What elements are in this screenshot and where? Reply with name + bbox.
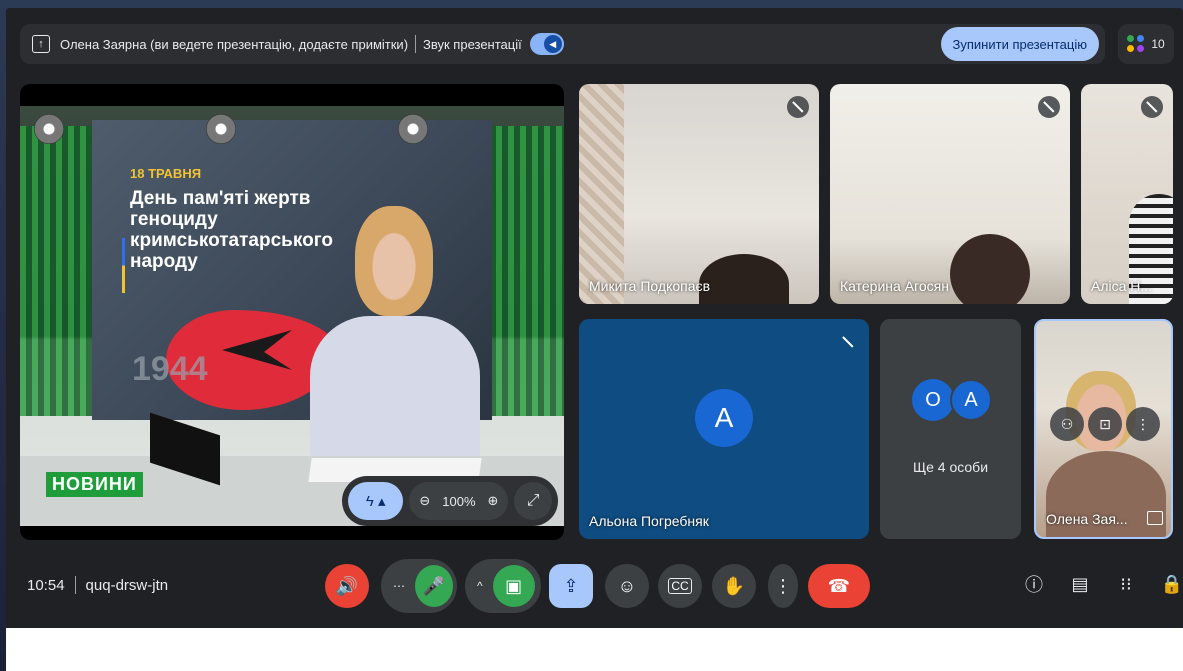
more-vert-icon[interactable]: ⋮ <box>1126 407 1160 441</box>
mic-off-icon <box>1141 96 1163 118</box>
presentation-tile[interactable]: 18 ТРАВНЯ День пам'яті жертв геноциду кр… <box>20 84 564 540</box>
more-vert-icon: ⋮ <box>774 575 792 596</box>
divider <box>74 576 76 594</box>
background-effects-icon[interactable]: ⚇ <box>1050 407 1084 441</box>
presentation-bar: ↑ Олена Заярна (ви ведете презентацію, д… <box>20 24 1105 64</box>
camera-control: ^ ▣ <box>465 559 541 613</box>
speaker-icon: 🔊 <box>335 575 359 596</box>
participant-head <box>699 254 789 304</box>
screen-bottom-margin <box>6 628 1183 671</box>
chat-icon[interactable]: ▤ <box>1068 572 1092 596</box>
present-now-icon: ⇪ <box>563 575 579 596</box>
raise-hand-button[interactable]: ✋ <box>712 564 756 608</box>
frame-person-icon[interactable]: ⊡ <box>1088 407 1122 441</box>
tile-actions: ⚇ ⊡ ⋮ <box>1050 407 1160 441</box>
participant-name: Олена Зая... <box>1046 511 1128 527</box>
more-participants-label: Ще 4 особи <box>912 459 989 475</box>
host-controls-icon[interactable]: 🔒 <box>1160 572 1183 596</box>
participant-tile[interactable]: Микита Подкопаєв <box>579 84 819 304</box>
mic-off-icon <box>837 331 859 353</box>
mic-off-icon <box>1038 96 1060 118</box>
camera-button[interactable]: ▣ <box>492 565 535 607</box>
banner-headline: День пам'яті жертв геноциду кримськотата… <box>130 188 333 272</box>
emoji-icon: ☺ <box>617 575 637 596</box>
leave-call-button[interactable]: ☎ <box>808 564 870 608</box>
presentation-video: 18 ТРАВНЯ День пам'яті жертв геноциду кр… <box>20 106 564 526</box>
speaker-button[interactable]: 🔊 <box>325 564 369 608</box>
more-options-button[interactable]: ⋮ <box>768 564 798 608</box>
stop-presenting-button[interactable]: Зупинити презентацію <box>940 27 1099 61</box>
meeting-info: 10:54 quq-drsw-jtn <box>27 576 168 594</box>
mic-icon: 🎤 <box>422 575 446 596</box>
zoom-pill: ⊖ 100% ⊕ <box>409 482 509 520</box>
avatar: О <box>912 379 954 421</box>
participants-button[interactable]: 10 <box>1118 24 1174 64</box>
mic-button[interactable]: 🎤 <box>415 565 453 607</box>
zoom-in-icon[interactable]: ⊕ <box>488 493 499 509</box>
more-options-icon[interactable]: ⋯ <box>393 579 405 593</box>
speaker-icon: ◀ <box>543 35 562 53</box>
chevron-up-icon[interactable]: ^ <box>477 579 483 593</box>
meeting-code: quq-drsw-jtn <box>85 576 169 594</box>
reactions-button[interactable]: ☺ <box>605 564 649 608</box>
present-icon: ↑ <box>32 35 50 53</box>
studio-wall-right <box>484 126 564 416</box>
meeting-time: 10:54 <box>27 576 65 594</box>
wallpaper <box>579 84 624 304</box>
mic-control: ⋯ 🎤 <box>381 559 457 613</box>
captions-icon: CC <box>668 578 692 594</box>
participant-name: Альона Погребняк <box>589 513 709 529</box>
pointer-mode-button[interactable]: ϟ ▴ <box>348 482 404 520</box>
activities-icon[interactable]: ⁝⁝ <box>1114 572 1138 596</box>
presenter-head <box>355 206 433 316</box>
zoom-level: 100% <box>442 493 476 509</box>
avatar: А <box>695 389 753 447</box>
studio-lamp <box>398 114 428 144</box>
raise-hand-icon: ✋ <box>722 575 746 596</box>
participant-name: Катерина Агосян <box>840 278 949 294</box>
participant-tile[interactable]: Катерина Агосян <box>830 84 1070 304</box>
more-participants-tile[interactable]: О А Ще 4 особи <box>880 319 1021 539</box>
participant-head <box>950 234 1030 304</box>
presenting-status: Олена Заярна (ви ведете презентацію, дод… <box>60 36 409 52</box>
participants-icon <box>1127 35 1145 53</box>
camera-icon: ▣ <box>505 575 523 596</box>
picture-in-picture-icon[interactable] <box>1147 511 1163 525</box>
presenter <box>310 316 480 466</box>
avatar: А <box>950 379 992 421</box>
banner-date: 18 ТРАВНЯ <box>130 166 202 181</box>
participant-tile[interactable]: А Альона Погребняк <box>579 319 869 539</box>
hangup-icon: ☎ <box>827 575 851 596</box>
studio-lamp <box>34 114 64 144</box>
banner-year: 1944 <box>132 350 208 388</box>
studio-lamp <box>206 114 236 144</box>
studio-wall-left <box>20 126 100 416</box>
captions-button[interactable]: CC <box>658 564 702 608</box>
mic-off-icon <box>787 96 809 118</box>
channel-logo: НОВИНИ <box>46 472 143 497</box>
participant-tile[interactable]: Аліса Н... <box>1081 84 1173 304</box>
participant-count: 10 <box>1151 37 1165 51</box>
zoom-controls: ϟ ▴ ⊖ 100% ⊕ ⤢ <box>342 476 558 526</box>
info-icon[interactable]: ⓘ <box>1022 572 1046 596</box>
divider <box>415 35 417 53</box>
fullscreen-icon[interactable]: ⤢ <box>514 482 552 520</box>
participant-name: Аліса Н... <box>1091 278 1153 294</box>
zoom-out-icon[interactable]: ⊖ <box>419 493 430 509</box>
present-now-button[interactable]: ⇪ <box>549 564 593 608</box>
participant-name: Микита Подкопаєв <box>589 278 711 294</box>
self-view-tile[interactable]: ⚇ ⊡ ⋮ Олена Зая... <box>1034 319 1173 539</box>
flag-strip <box>122 238 125 293</box>
side-panel-controls: ⓘ ▤ ⁝⁝ 🔒 <box>1022 572 1183 596</box>
presentation-audio-toggle[interactable]: ◀ <box>529 33 564 55</box>
presentation-audio-label: Звук презентації <box>423 36 522 52</box>
